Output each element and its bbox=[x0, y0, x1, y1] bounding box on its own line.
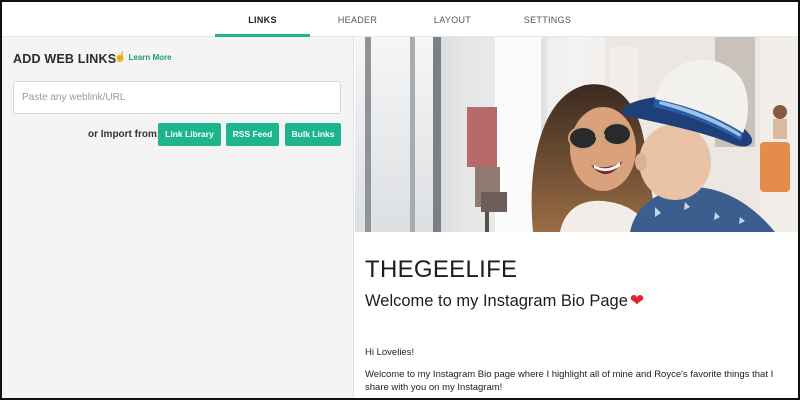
app-window: LINKS HEADER LAYOUT SETTINGS ADD WEB LIN… bbox=[0, 0, 800, 400]
tab-settings[interactable]: SETTINGS bbox=[500, 2, 595, 37]
greeting-text: Hi Lovelies! bbox=[365, 347, 415, 358]
intro-text: Welcome to my Instagram Bio page where I… bbox=[365, 369, 774, 393]
tab-layout[interactable]: LAYOUT bbox=[405, 2, 500, 37]
tab-links[interactable]: LINKS bbox=[215, 2, 310, 37]
rss-feed-button[interactable]: RSS Feed bbox=[226, 123, 279, 146]
url-input[interactable] bbox=[13, 81, 341, 114]
links-editor-panel: ADD WEB LINKS ☝ Learn More or Import fro… bbox=[2, 37, 354, 398]
bulk-links-button[interactable]: Bulk Links bbox=[285, 123, 341, 146]
tab-header[interactable]: HEADER bbox=[310, 2, 405, 37]
learn-more-label: Learn More bbox=[128, 53, 172, 62]
heart-icon: ❤ bbox=[629, 291, 645, 310]
link-library-button[interactable]: Link Library bbox=[158, 123, 221, 146]
header-photo bbox=[355, 37, 798, 232]
subtitle-text: Welcome to my Instagram Bio Page bbox=[365, 291, 628, 310]
bio-page-preview: THEGEELIFE Welcome to my Instagram Bio P… bbox=[355, 37, 798, 398]
profile-name: THEGEELIFE bbox=[365, 256, 518, 283]
import-label: or Import from: bbox=[88, 129, 161, 140]
learn-more-link[interactable]: ☝ Learn More bbox=[114, 52, 172, 63]
top-tab-bar: LINKS HEADER LAYOUT SETTINGS bbox=[2, 2, 798, 37]
page-subtitle: Welcome to my Instagram Bio Page ❤ bbox=[365, 291, 644, 311]
panel-title: ADD WEB LINKS bbox=[13, 52, 117, 66]
pointing-hand-icon: ☝ bbox=[114, 52, 127, 63]
